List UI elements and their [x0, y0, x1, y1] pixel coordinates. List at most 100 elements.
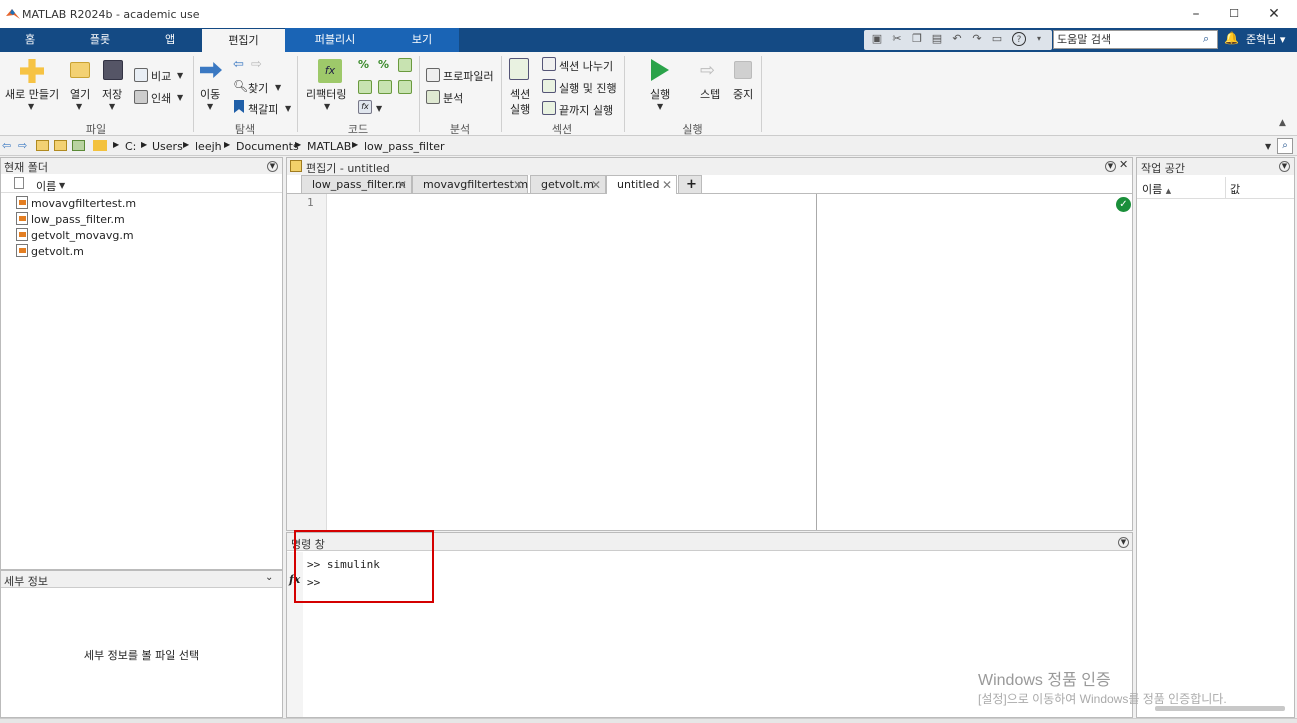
- crumb-users[interactable]: Users: [152, 140, 183, 153]
- browse-folder-icon[interactable]: [54, 140, 67, 151]
- tab-home[interactable]: 홈: [0, 28, 60, 52]
- crumb-folder[interactable]: low_pass_filter: [364, 140, 445, 153]
- workspace-value-column[interactable]: 값: [1230, 181, 1240, 197]
- new-file-icon[interactable]: [20, 59, 44, 83]
- stop-icon[interactable]: [734, 61, 752, 79]
- file-item[interactable]: getvolt.m: [16, 244, 136, 260]
- new-tab-button[interactable]: +: [678, 175, 702, 193]
- undo-icon[interactable]: ↶: [950, 32, 964, 46]
- up-folder-icon[interactable]: [36, 140, 49, 151]
- find-caret-icon[interactable]: ▼: [275, 83, 281, 92]
- run-section-icon[interactable]: [509, 58, 529, 80]
- refactor-button[interactable]: 리팩터링: [306, 86, 346, 102]
- run-and-advance-button[interactable]: 실행 및 진행: [559, 80, 617, 96]
- wrap-comments-icon[interactable]: [398, 58, 412, 72]
- tab-close-icon[interactable]: ✕: [591, 176, 601, 194]
- address-forward-icon[interactable]: ⇨: [18, 139, 27, 152]
- back-icon[interactable]: ⇦: [233, 57, 244, 72]
- editor-tab-low-pass-filter[interactable]: low_pass_filter.m ✕: [301, 175, 412, 193]
- goto-button[interactable]: 이동: [200, 86, 220, 102]
- search-icon[interactable]: ⌕: [1203, 32, 1209, 46]
- file-item[interactable]: getvolt_movavg.m: [16, 228, 136, 244]
- editor-tab-movavgfiltertest[interactable]: movavgfiltertest.m ✕: [412, 175, 528, 193]
- comment-icon[interactable]: %: [358, 58, 372, 72]
- tab-editor[interactable]: 편집기: [202, 29, 285, 52]
- print-button[interactable]: 인쇄: [151, 90, 171, 106]
- address-back-icon[interactable]: ⇦: [2, 139, 11, 152]
- section-break-button[interactable]: 섹션 나누기: [559, 58, 613, 74]
- address-dropdown-icon[interactable]: ▼: [1265, 142, 1271, 151]
- insert-function-icon[interactable]: fx: [358, 100, 372, 114]
- tab-publish[interactable]: 퍼블리시: [285, 28, 385, 52]
- file-item[interactable]: low_pass_filter.m: [16, 212, 136, 228]
- open-dropdown-caret-icon[interactable]: ▼: [76, 102, 82, 111]
- increase-indent-icon[interactable]: [378, 80, 392, 94]
- save-icon[interactable]: ▣: [870, 32, 884, 46]
- run-section-label-1[interactable]: 섹션: [510, 86, 530, 102]
- file-item[interactable]: movavgfiltertest.m: [16, 196, 136, 212]
- copy-icon[interactable]: ❐: [910, 32, 924, 46]
- decrease-indent-icon[interactable]: [398, 80, 412, 94]
- paste-icon[interactable]: ▤: [930, 32, 944, 46]
- tab-view[interactable]: 보기: [385, 28, 459, 52]
- profiler-button[interactable]: 프로파일러: [443, 68, 494, 84]
- run-to-end-button[interactable]: 끝까지 실행: [559, 102, 613, 118]
- goto-arrow-icon[interactable]: [200, 62, 222, 78]
- code-area[interactable]: [328, 194, 1115, 530]
- crumb-user[interactable]: leejh: [195, 140, 222, 153]
- tab-apps[interactable]: 앱: [140, 28, 200, 52]
- goto-caret-icon[interactable]: ▼: [207, 102, 213, 111]
- print-caret-icon[interactable]: ▼: [177, 93, 183, 102]
- panel-actions-icon[interactable]: ▼: [267, 161, 278, 172]
- run-section-label-2[interactable]: 실행: [510, 101, 530, 117]
- save-button[interactable]: 저장: [102, 86, 122, 102]
- editor-tab-getvolt[interactable]: getvolt.m ✕: [530, 175, 606, 193]
- switch-windows-icon[interactable]: ▭: [990, 32, 1004, 46]
- smart-indent-icon[interactable]: [358, 80, 372, 94]
- run-caret-icon[interactable]: ▼: [657, 102, 663, 111]
- crumb-matlab[interactable]: MATLAB: [307, 140, 351, 153]
- uncomment-icon[interactable]: %: [378, 58, 392, 72]
- crumb-drive[interactable]: C:: [125, 140, 136, 153]
- minimize-button[interactable]: –: [1179, 4, 1213, 24]
- stop-button[interactable]: 중지: [733, 86, 753, 102]
- open-button[interactable]: 열기: [70, 86, 90, 102]
- browse-for-folder-icon[interactable]: [72, 140, 85, 151]
- compare-button[interactable]: 비교: [151, 68, 171, 84]
- cut-icon[interactable]: ✂: [890, 32, 904, 46]
- forward-icon[interactable]: ⇨: [251, 57, 262, 72]
- address-search-icon[interactable]: ⌕: [1277, 138, 1293, 154]
- code-analyzer-ok-icon[interactable]: ✓: [1116, 197, 1131, 212]
- find-button[interactable]: 찾기: [248, 80, 268, 96]
- editor-actions-icon[interactable]: ▼: [1105, 161, 1116, 172]
- redo-icon[interactable]: ↷: [970, 32, 984, 46]
- refactor-caret-icon[interactable]: ▼: [324, 102, 330, 111]
- run-play-icon[interactable]: [651, 59, 669, 81]
- compare-caret-icon[interactable]: ▼: [177, 71, 183, 80]
- collapse-ribbon-icon[interactable]: ▲: [1279, 118, 1286, 128]
- bookmark-button[interactable]: 책갈피: [248, 101, 278, 117]
- open-folder-icon[interactable]: [70, 62, 90, 78]
- tab-close-icon[interactable]: ✕: [397, 176, 407, 194]
- insert-caret-icon[interactable]: ▼: [376, 104, 382, 113]
- analyze-button[interactable]: 분석: [443, 90, 463, 106]
- tab-close-icon[interactable]: ✕: [513, 176, 523, 194]
- new-dropdown-caret-icon[interactable]: ▼: [28, 102, 34, 111]
- editor-close-icon[interactable]: ✕: [1119, 158, 1128, 171]
- tab-plots[interactable]: 플롯: [70, 28, 130, 52]
- user-menu[interactable]: 준혁님 ▾: [1246, 28, 1285, 52]
- help-icon[interactable]: ?: [1012, 32, 1026, 46]
- editor-tab-untitled[interactable]: untitled ✕: [606, 175, 677, 194]
- name-column-header[interactable]: 이름: [36, 178, 56, 194]
- refactor-fx-icon[interactable]: fx: [318, 59, 342, 83]
- new-button[interactable]: 새로 만들기: [5, 86, 59, 102]
- save-file-icon[interactable]: [103, 60, 123, 80]
- maximize-button[interactable]: ☐: [1217, 4, 1251, 24]
- tab-close-icon[interactable]: ✕: [662, 176, 672, 194]
- sort-caret-icon[interactable]: ▼: [59, 181, 65, 190]
- help-search-input[interactable]: 도움말 검색: [1053, 30, 1218, 49]
- close-window-button[interactable]: ✕: [1257, 4, 1291, 24]
- save-dropdown-caret-icon[interactable]: ▼: [109, 102, 115, 111]
- qat-dropdown-icon[interactable]: ▾: [1032, 32, 1046, 46]
- bookmark-caret-icon[interactable]: ▼: [285, 104, 291, 113]
